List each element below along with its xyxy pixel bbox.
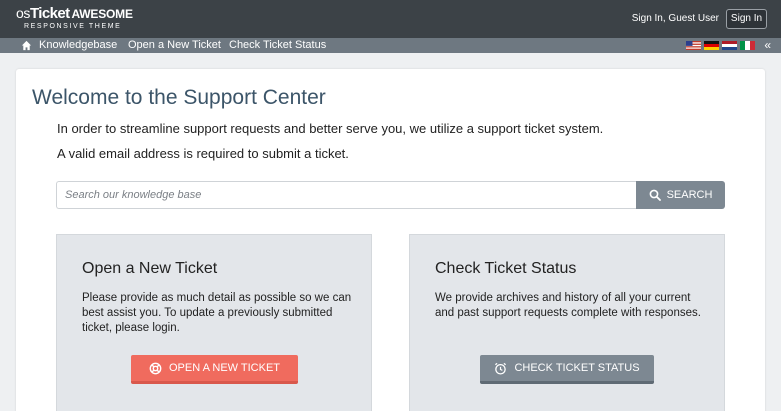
open-ticket-panel: Open a New Ticket Please provide as much… xyxy=(56,234,372,411)
search-button[interactable]: SEARCH xyxy=(636,181,725,209)
intro-text-line-2: A valid email address is required to sub… xyxy=(57,146,349,161)
language-flags xyxy=(686,41,755,50)
logo-subtitle: RESPONSIVE THEME xyxy=(24,23,122,30)
life-ring-icon xyxy=(149,362,162,374)
open-new-ticket-button-label: OPEN A NEW TICKET xyxy=(168,362,281,374)
check-ticket-status-button-label: CHECK TICKET STATUS xyxy=(514,362,640,374)
nav-open-new-ticket[interactable]: Open a New Ticket xyxy=(128,39,221,52)
check-ticket-status-button[interactable]: CHECK TICKET STATUS xyxy=(480,355,654,384)
nav-knowledgebase[interactable]: Knowledgebase xyxy=(39,39,117,52)
it-flag-icon[interactable] xyxy=(740,41,755,50)
guest-user-status: Sign In, Guest User xyxy=(631,13,719,24)
site-logo[interactable]: osTicket AWESOME RESPONSIVE THEME xyxy=(16,6,133,31)
nl-flag-icon[interactable] xyxy=(722,41,737,50)
header-bar: osTicket AWESOME RESPONSIVE THEME Sign In… xyxy=(0,0,781,38)
open-ticket-description: Please provide as much detail as possibl… xyxy=(82,292,352,334)
open-new-ticket-button[interactable]: OPEN A NEW TICKET xyxy=(131,355,298,384)
intro-text-line-1: In order to streamline support requests … xyxy=(57,121,604,136)
sign-in-button[interactable]: Sign In xyxy=(726,9,767,29)
open-ticket-heading: Open a New Ticket xyxy=(82,260,218,277)
check-status-description: We provide archives and history of all y… xyxy=(435,292,701,319)
us-flag-icon[interactable] xyxy=(686,41,701,50)
main-nav: Knowledgebase Open a New Ticket Check Ti… xyxy=(0,38,781,53)
search-button-label: SEARCH xyxy=(666,189,713,201)
check-status-heading: Check Ticket Status xyxy=(435,260,577,277)
check-status-panel: Check Ticket Status We provide archives … xyxy=(409,234,725,411)
de-flag-icon[interactable] xyxy=(704,41,719,50)
logo-wordmark: osTicket AWESOME xyxy=(16,5,133,22)
page-title: Welcome to the Support Center xyxy=(32,86,326,109)
knowledgebase-search-input[interactable] xyxy=(56,181,636,209)
search-icon xyxy=(649,189,661,201)
home-icon[interactable] xyxy=(21,40,32,51)
alarm-clock-icon xyxy=(495,362,507,375)
nav-check-ticket-status[interactable]: Check Ticket Status xyxy=(229,39,326,52)
collapse-toggle-icon[interactable]: « xyxy=(764,38,771,52)
